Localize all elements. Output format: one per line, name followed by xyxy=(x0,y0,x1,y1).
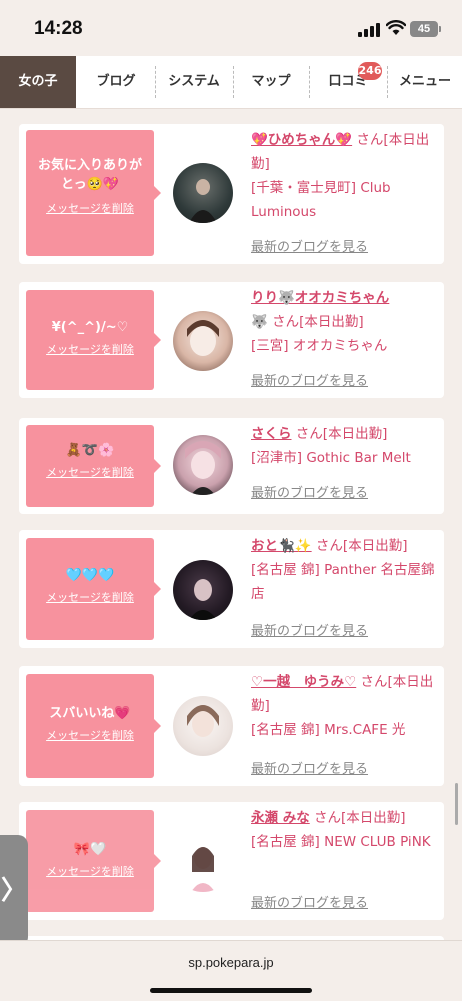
girl-info: 永瀬 みな さん[本日出勤] [名古屋 錦] NEW CLUB PiNK xyxy=(251,806,441,854)
girl-info: さくら さん[本日出勤] [沼津市] Gothic Bar Melt xyxy=(251,422,441,470)
delete-message-link[interactable]: メッセージを削除 xyxy=(46,863,134,879)
message-bubble: スバいいね💗 メッセージを削除 xyxy=(26,674,161,778)
list-item: 🧸➰🌸 メッセージを削除 さくら さん[本日出勤] [沼津市] Gothic B… xyxy=(19,418,444,514)
avatar[interactable] xyxy=(173,560,233,620)
girl-name-link[interactable]: さくら xyxy=(251,426,292,442)
wifi-icon xyxy=(386,20,406,35)
list-item: 🩵🩵🩵 メッセージを削除 おと🐈‍⬛✨ さん[本日出勤] [名古屋 錦] Pan… xyxy=(19,530,444,648)
delete-message-link[interactable]: メッセージを削除 xyxy=(46,341,134,357)
message-bubble: 🎀🤍 メッセージを削除 xyxy=(26,810,161,912)
delete-message-link[interactable]: メッセージを削除 xyxy=(46,727,134,743)
list-item: 🎀🤍 メッセージを削除 永瀬 みな さん[本日出勤] [名古屋 錦] NEW C… xyxy=(19,802,444,920)
list-item: スバいいね💗 メッセージを削除 ♡一越 ゆうみ♡ さん[本日出勤] [名古屋 錦… xyxy=(19,666,444,786)
delete-message-link[interactable]: メッセージを削除 xyxy=(46,200,134,216)
latest-blog-link[interactable]: 最新のブログを見る xyxy=(251,482,368,501)
avatar[interactable] xyxy=(173,832,233,892)
status-time: 14:28 xyxy=(34,18,83,39)
delete-message-link[interactable]: メッセージを削除 xyxy=(46,589,134,605)
avatar[interactable] xyxy=(173,696,233,756)
message-text: お気に入りありがとっ🥺💖 xyxy=(37,158,142,192)
tab-map[interactable]: マップ xyxy=(234,56,308,108)
shop-name: [沼津市] Gothic Bar Melt xyxy=(251,450,411,466)
girl-status: さん[本日出勤] xyxy=(272,314,364,330)
girl-info: 💖ひめちゃん💖 さん[本日出勤] [千葉・富士見町] Club Luminous xyxy=(251,128,441,224)
home-indicator[interactable] xyxy=(150,988,312,993)
latest-blog-link[interactable]: 最新のブログを見る xyxy=(251,758,368,777)
girl-status: さん[本日出勤] xyxy=(314,810,406,826)
avatar[interactable] xyxy=(173,311,233,371)
list-item: ¥(^_^)/~♡ メッセージを削除 りり🐺オオカミちゃん 🐺 さん[本日出勤]… xyxy=(19,282,444,398)
girl-name-link[interactable]: りり🐺オオカミちゃん xyxy=(251,290,389,306)
avatar-photo xyxy=(189,579,217,620)
latest-blog-link[interactable]: 最新のブログを見る xyxy=(251,236,368,255)
tab-system[interactable]: システム xyxy=(156,56,232,108)
favorites-list: お気に入りありがとっ🥺💖 メッセージを削除 💖ひめちゃん💖 さん[本日出勤] [… xyxy=(0,108,462,940)
girl-name-link[interactable]: ♡一越 ゆうみ♡ xyxy=(251,674,356,690)
message-text: スバいいね💗 xyxy=(49,706,131,721)
girl-status: さん[本日出勤] xyxy=(315,538,408,554)
tab-girls[interactable]: 女の子 xyxy=(0,56,76,108)
message-text: 🩵🩵🩵 xyxy=(65,568,115,583)
avatar-photo xyxy=(187,320,219,356)
status-bar: 14:28 45 xyxy=(0,0,462,56)
nav-bar: 女の子 ブログ システム マップ 口コミ 246 メニュー xyxy=(0,56,462,109)
girl-info: ♡一越 ゆうみ♡ さん[本日出勤] [名古屋 錦] Mrs.CAFE 光 xyxy=(251,670,441,742)
message-text: ¥(^_^)/~♡ xyxy=(51,320,129,335)
girl-name-link[interactable]: おと🐈‍⬛✨ xyxy=(251,538,312,554)
girl-info: おと🐈‍⬛✨ さん[本日出勤] [名古屋 錦] Panther 名古屋錦店 xyxy=(251,534,441,606)
avatar-photo xyxy=(189,179,217,223)
shop-name: [三宮] オオカミちゃん xyxy=(251,338,388,354)
shop-name: [名古屋 錦] Panther 名古屋錦店 xyxy=(251,562,435,602)
list-item: お気に入りありがとっ🥺💖 メッセージを削除 💖ひめちゃん💖 さん[本日出勤] [… xyxy=(19,124,444,264)
reviews-count-badge: 246 xyxy=(358,62,382,80)
message-text: 🧸➰🌸 xyxy=(65,443,115,458)
avatar-photo xyxy=(191,847,215,892)
girl-status: さん[本日出勤] xyxy=(295,426,388,442)
battery-icon: 45 xyxy=(410,21,441,37)
delete-message-link[interactable]: メッセージを削除 xyxy=(46,464,134,480)
message-bubble: 🩵🩵🩵 メッセージを削除 xyxy=(26,538,161,640)
avatar-photo xyxy=(185,441,221,495)
girl-name-link[interactable]: 💖ひめちゃん💖 xyxy=(251,132,352,148)
avatar-photo xyxy=(187,705,219,737)
signal-icon xyxy=(358,23,380,37)
scroll-indicator[interactable] xyxy=(455,783,458,825)
side-drawer-tab[interactable]: 〉 xyxy=(0,835,28,947)
latest-blog-link[interactable]: 最新のブログを見る xyxy=(251,370,368,389)
girl-info: りり🐺オオカミちゃん 🐺 さん[本日出勤] [三宮] オオカミちゃん xyxy=(251,286,441,358)
message-bubble: お気に入りありがとっ🥺💖 メッセージを削除 xyxy=(26,130,161,256)
avatar[interactable] xyxy=(173,435,233,495)
tab-blog[interactable]: ブログ xyxy=(78,56,154,108)
url-text[interactable]: sp.pokepara.jp xyxy=(0,955,462,970)
wolf-emoji: 🐺 xyxy=(251,314,268,330)
girl-name-link[interactable]: 永瀬 みな xyxy=(251,810,310,826)
shop-name: [千葉・富士見町] Club Luminous xyxy=(251,180,391,220)
latest-blog-link[interactable]: 最新のブログを見る xyxy=(251,620,368,639)
message-bubble: 🧸➰🌸 メッセージを削除 xyxy=(26,425,161,507)
shop-name: [名古屋 錦] Mrs.CAFE 光 xyxy=(251,722,406,738)
latest-blog-link[interactable]: 最新のブログを見る xyxy=(251,892,368,911)
message-bubble: ¥(^_^)/~♡ メッセージを削除 xyxy=(26,290,161,390)
tab-menu[interactable]: メニュー xyxy=(388,56,462,108)
message-text: 🎀🤍 xyxy=(73,842,107,857)
shop-name: [名古屋 錦] NEW CLUB PiNK xyxy=(251,834,431,850)
avatar[interactable] xyxy=(173,163,233,223)
